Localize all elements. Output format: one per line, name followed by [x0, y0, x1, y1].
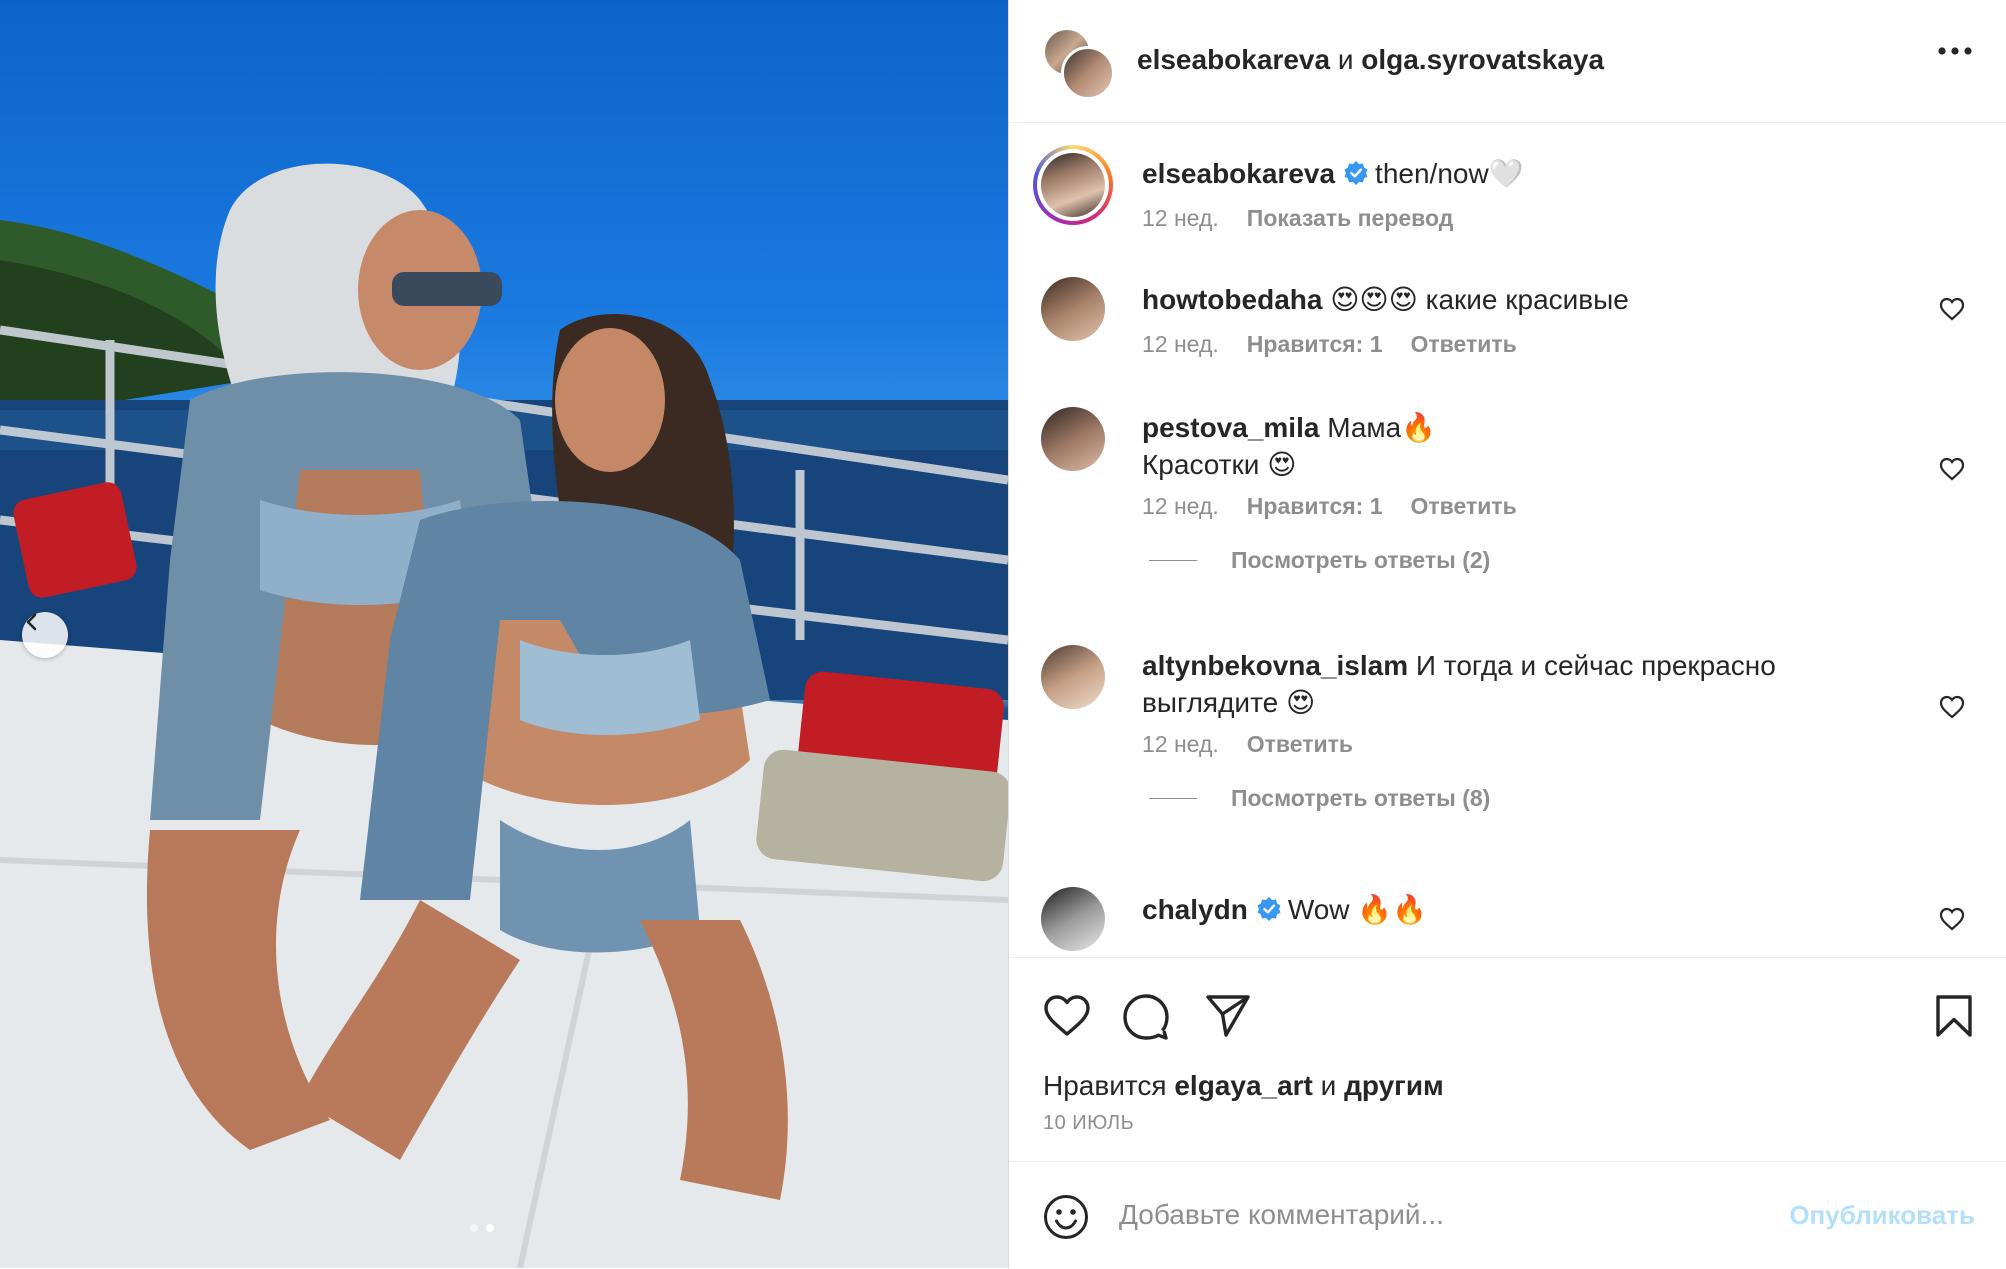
bookmark-icon[interactable]	[1935, 994, 1973, 1038]
comment-meta: 12 нед. Нравится: 1 Ответить	[1142, 493, 1517, 520]
emoji-icon[interactable]	[1043, 1194, 1089, 1240]
view-replies-label: Посмотреть ответы (8)	[1231, 785, 1491, 811]
comment-body: И тогда и сейчас прекрасно	[1415, 650, 1776, 681]
chevron-left-icon	[26, 613, 37, 631]
comment-text: altynbekovna_islam И тогда и сейчас прек…	[1142, 647, 1822, 721]
heart-icon[interactable]	[1043, 994, 1091, 1038]
caption: elseabokareva then/now🤍 12 нед. Показать …	[1009, 123, 2006, 253]
post-details-panel: elseabokareva и olga.syrovatskaya elseab…	[1008, 0, 2006, 1268]
post-actions: Нравится elgaya_art и другим 10 ИЮЛЬ	[1009, 957, 2006, 1162]
photo-illustration	[0, 163, 1008, 1268]
divider	[1149, 798, 1197, 799]
collab-avatars[interactable]	[1045, 30, 1115, 100]
carousel-dot-active	[486, 1224, 494, 1232]
comment-username[interactable]: pestova_mila	[1142, 412, 1319, 443]
divider	[1149, 560, 1197, 561]
heart-icon[interactable]	[1939, 695, 1965, 719]
caption-age[interactable]: 12 нед.	[1142, 205, 1219, 232]
comment-meta: 12 нед. Нравится: 1 Ответить	[1142, 331, 1517, 358]
likes-others-link[interactable]: другим	[1344, 1070, 1444, 1101]
comment-text: chalydn Wow 🔥🔥	[1142, 891, 1822, 928]
more-icon[interactable]	[1937, 46, 1973, 56]
comment-meta: 12 нед. Ответить	[1142, 731, 1353, 758]
comment-username[interactable]: howtobedaha	[1142, 284, 1322, 315]
comment-input[interactable]	[1117, 1188, 1771, 1242]
view-replies-label: Посмотреть ответы (2)	[1231, 547, 1491, 573]
comment-body: Wow 🔥🔥	[1287, 894, 1428, 925]
heart-icon[interactable]	[1939, 297, 1965, 321]
post-authors: elseabokareva и olga.syrovatskaya	[1137, 44, 1604, 76]
coauthor-link[interactable]: olga.syrovatskaya	[1361, 44, 1604, 75]
share-icon[interactable]	[1205, 994, 1251, 1038]
caption-meta: 12 нед. Показать перевод	[1142, 205, 1453, 232]
comment-body-line2: выглядите 😍	[1142, 687, 1316, 718]
avatar-story-ring[interactable]	[1033, 145, 1113, 225]
post-date[interactable]: 10 ИЮЛЬ	[1043, 1112, 1134, 1135]
comment-body: 😍😍😍 какие красивые	[1330, 284, 1629, 315]
comment: pestova_mila Мама🔥 Красотки 😍 12 нед. Нр…	[1009, 385, 2006, 625]
likes-summary: Нравится elgaya_art и другим	[1043, 1070, 1444, 1102]
comment-body: Мама🔥	[1327, 412, 1437, 443]
avatar[interactable]	[1041, 407, 1105, 471]
avatar	[1061, 46, 1115, 100]
view-replies-button[interactable]: Посмотреть ответы (8)	[1149, 785, 1490, 812]
avatar	[1041, 153, 1105, 217]
comment-text: pestova_mila Мама🔥 Красотки 😍	[1142, 409, 1822, 483]
comment: altynbekovna_islam И тогда и сейчас прек…	[1009, 623, 2006, 861]
comments-list[interactable]: elseabokareva then/now🤍 12 нед. Показать …	[1009, 123, 2006, 957]
authors-conjunction: и	[1337, 44, 1354, 75]
comment: howtobedaha 😍😍😍 какие красивые 12 нед. Н…	[1009, 253, 2006, 383]
comment-username[interactable]: altynbekovna_islam	[1142, 650, 1408, 681]
comment: chalydn Wow 🔥🔥	[1009, 861, 2006, 957]
author-link[interactable]: elseabokareva	[1137, 44, 1330, 75]
reply-button[interactable]: Ответить	[1247, 731, 1353, 758]
comment-body-line2: Красотки 😍	[1142, 449, 1297, 480]
carousel-prev-button[interactable]	[22, 612, 68, 658]
comment-likes[interactable]: Нравится: 1	[1247, 493, 1383, 520]
comment-composer: Опубликовать	[1009, 1161, 2006, 1269]
comment-age[interactable]: 12 нед.	[1142, 331, 1219, 358]
view-replies-button[interactable]: Посмотреть ответы (2)	[1149, 547, 1490, 574]
show-translation-button[interactable]: Показать перевод	[1247, 205, 1454, 232]
comment-likes[interactable]: Нравится: 1	[1247, 331, 1383, 358]
liker-username[interactable]: elgaya_art	[1174, 1070, 1313, 1101]
reply-button[interactable]: Ответить	[1411, 331, 1517, 358]
comment-age[interactable]: 12 нед.	[1142, 493, 1219, 520]
likes-conjunction: и	[1320, 1070, 1337, 1101]
caption-body: then/now🤍	[1375, 158, 1524, 189]
caption-username[interactable]: elseabokareva	[1142, 158, 1335, 189]
post-photo[interactable]	[0, 0, 1008, 1268]
verified-icon	[1344, 161, 1368, 185]
comment-age[interactable]: 12 нед.	[1142, 731, 1219, 758]
comment-text: howtobedaha 😍😍😍 какие красивые	[1142, 281, 1822, 318]
likes-prefix: Нравится	[1043, 1070, 1167, 1101]
caption-text: elseabokareva then/now🤍	[1142, 155, 1822, 192]
verified-icon	[1257, 897, 1281, 921]
carousel-dot	[470, 1224, 478, 1232]
post-header: elseabokareva и olga.syrovatskaya	[1009, 0, 2006, 123]
comment-username[interactable]: chalydn	[1142, 894, 1248, 925]
publish-button[interactable]: Опубликовать	[1789, 1200, 1975, 1231]
heart-icon[interactable]	[1939, 457, 1965, 481]
avatar[interactable]	[1041, 277, 1105, 341]
heart-icon[interactable]	[1939, 907, 1965, 931]
comment-icon[interactable]	[1123, 994, 1169, 1040]
avatar[interactable]	[1041, 887, 1105, 951]
carousel-dots	[470, 1224, 494, 1232]
reply-button[interactable]: Ответить	[1411, 493, 1517, 520]
avatar[interactable]	[1041, 645, 1105, 709]
